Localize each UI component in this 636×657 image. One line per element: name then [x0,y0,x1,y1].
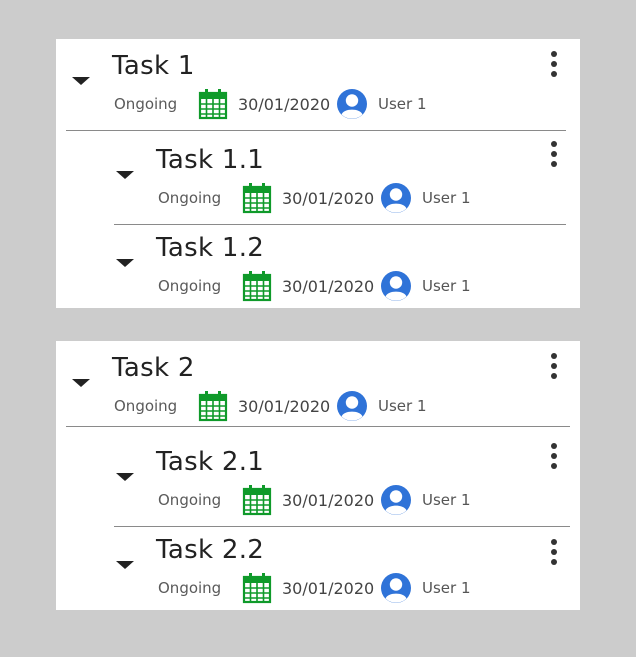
task-date: 30/01/2020 [282,578,375,598]
task-status: Ongoing [114,397,178,415]
task-title: Task 1 [112,51,195,81]
user-avatar-icon [380,182,412,214]
task-status: Ongoing [114,95,178,113]
subtask-row[interactable]: Task 1.2 Ongoing 30/01/2020 User 1 [56,225,580,308]
more-vertical-icon[interactable] [549,353,559,379]
more-vertical-icon[interactable] [549,141,559,167]
calendar-icon [242,182,272,214]
user-avatar-icon [336,88,368,120]
task-assignee: User 1 [378,95,427,113]
user-avatar-icon [336,390,368,422]
task-status: Ongoing [158,277,222,295]
more-vertical-icon[interactable] [549,443,559,469]
user-avatar-icon [380,270,412,302]
more-vertical-icon[interactable] [549,539,559,565]
task-assignee: User 1 [422,189,471,207]
task-assignee: User 1 [422,579,471,597]
task-assignee: User 1 [422,277,471,295]
task-title: Task 2 [112,353,195,383]
more-vertical-icon[interactable] [549,51,559,77]
caret-down-icon[interactable] [72,77,90,85]
task-meta: Ongoing 30/01/2020 User 1 [158,181,471,215]
task-meta: Ongoing 30/01/2020 User 1 [158,571,471,605]
task-title: Task 1.1 [156,145,265,175]
task-group-card: Task 1 Ongoing 30/01/2020 User 1 Task 1.… [56,39,580,308]
task-status: Ongoing [158,579,222,597]
task-group-card: Task 2 Ongoing 30/01/2020 User 1 Task 2.… [56,341,580,610]
task-status: Ongoing [158,189,222,207]
task-assignee: User 1 [378,397,427,415]
calendar-icon [242,270,272,302]
caret-down-icon[interactable] [116,171,134,179]
caret-down-icon[interactable] [116,561,134,569]
subtask-row[interactable]: Task 2.1 Ongoing 30/01/2020 User 1 [56,427,580,527]
task-date: 30/01/2020 [238,94,331,114]
subtask-row[interactable]: Task 2.2 Ongoing 30/01/2020 User 1 [56,527,580,610]
calendar-icon [198,88,228,120]
caret-down-icon[interactable] [116,259,134,267]
caret-down-icon[interactable] [116,473,134,481]
task-meta: Ongoing 30/01/2020 User 1 [158,483,471,517]
user-avatar-icon [380,572,412,604]
task-date: 30/01/2020 [282,188,375,208]
task-date: 30/01/2020 [282,490,375,510]
task-date: 30/01/2020 [238,396,331,416]
task-row[interactable]: Task 2 Ongoing 30/01/2020 User 1 [56,341,580,427]
calendar-icon [198,390,228,422]
calendar-icon [242,572,272,604]
task-row[interactable]: Task 1 Ongoing 30/01/2020 User 1 [56,39,580,131]
task-date: 30/01/2020 [282,276,375,296]
subtask-row[interactable]: Task 1.1 Ongoing 30/01/2020 User 1 [56,131,580,225]
task-meta: Ongoing 30/01/2020 User 1 [114,87,427,121]
task-assignee: User 1 [422,491,471,509]
task-title: Task 2.2 [156,535,265,565]
task-title: Task 2.1 [156,447,265,477]
task-status: Ongoing [158,491,222,509]
task-meta: Ongoing 30/01/2020 User 1 [114,389,427,423]
user-avatar-icon [380,484,412,516]
task-title: Task 1.2 [156,233,265,263]
task-meta: Ongoing 30/01/2020 User 1 [158,269,471,303]
caret-down-icon[interactable] [72,379,90,387]
calendar-icon [242,484,272,516]
